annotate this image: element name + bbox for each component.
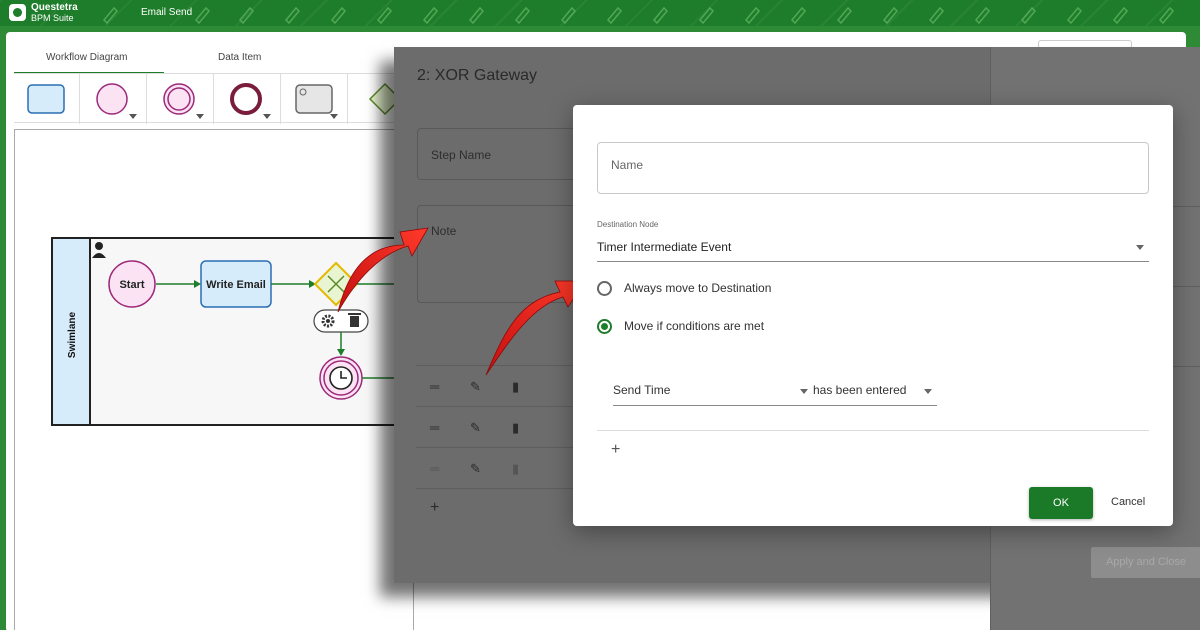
workflow-diagram: Swimlane Start Write Email bbox=[51, 237, 423, 426]
ok-button[interactable]: OK bbox=[1029, 487, 1093, 519]
radio-button-checked-icon[interactable] bbox=[597, 319, 612, 334]
chevron-down-icon[interactable] bbox=[129, 114, 137, 119]
palette-service-task[interactable] bbox=[282, 74, 348, 124]
option-always-move[interactable]: Always move to Destination bbox=[597, 279, 857, 299]
pencil-icon[interactable]: ✎ bbox=[470, 420, 481, 436]
option-always-move-label: Always move to Destination bbox=[624, 281, 772, 295]
add-condition-button[interactable]: + bbox=[611, 441, 620, 459]
condition-operator-select[interactable]: has been entered bbox=[813, 383, 906, 397]
name-input[interactable] bbox=[611, 158, 1131, 172]
pencil-icon[interactable]: ✎ bbox=[470, 379, 481, 395]
note-label: Note bbox=[431, 224, 457, 238]
trash-icon[interactable]: ▮ bbox=[512, 420, 519, 436]
service-task-icon bbox=[295, 84, 333, 114]
chevron-down-icon[interactable] bbox=[263, 114, 271, 119]
end-event-icon bbox=[230, 83, 262, 115]
app-title: Email Send bbox=[141, 7, 193, 18]
cancel-button[interactable]: Cancel bbox=[1111, 496, 1145, 508]
diagram-canvas[interactable]: Swimlane Start Write Email bbox=[14, 129, 423, 630]
brand-line-2: BPM Suite bbox=[31, 13, 74, 23]
palette-end-event[interactable] bbox=[215, 74, 281, 124]
pencil-icon[interactable]: ✎ bbox=[470, 461, 481, 477]
intermediate-event-icon bbox=[163, 83, 195, 115]
name-field[interactable] bbox=[597, 142, 1149, 194]
condition-row: Send Time has been entered bbox=[613, 376, 937, 406]
tab-data-item[interactable]: Data Item bbox=[218, 52, 261, 63]
divider bbox=[597, 430, 1149, 431]
trash-icon[interactable]: ▮ bbox=[512, 461, 519, 477]
destination-node-select[interactable]: Timer Intermediate Event bbox=[597, 236, 1149, 262]
option-move-if-conditions-label: Move if conditions are met bbox=[624, 319, 765, 333]
brand-name: Questetra BPM Suite bbox=[31, 2, 78, 24]
add-row-icon[interactable]: + bbox=[430, 499, 439, 517]
chevron-down-icon[interactable] bbox=[196, 114, 204, 119]
tab-workflow-diagram[interactable]: Workflow Diagram bbox=[46, 52, 128, 63]
node-palette bbox=[14, 73, 402, 124]
condition-dialog: Destination Node Timer Intermediate Even… bbox=[573, 105, 1173, 526]
condition-field-select[interactable]: Send Time bbox=[613, 383, 670, 397]
option-move-if-conditions[interactable]: Move if conditions are met bbox=[597, 317, 857, 337]
questetra-logo-icon[interactable] bbox=[9, 4, 26, 21]
destination-node-label: Destination Node bbox=[597, 220, 659, 229]
drag-handle-icon[interactable]: ═ bbox=[430, 420, 439, 435]
panel-title: 2: XOR Gateway bbox=[417, 67, 538, 84]
apply-and-close-button[interactable]: Apply and Close bbox=[1091, 547, 1200, 578]
step-name-label: Step Name bbox=[431, 148, 492, 162]
palette-start-event[interactable] bbox=[81, 74, 147, 124]
start-event-icon bbox=[96, 83, 128, 115]
brand-line-1: Questetra bbox=[31, 2, 78, 13]
palette-intermediate-event[interactable] bbox=[148, 74, 214, 124]
drag-handle-icon[interactable]: ═ bbox=[430, 379, 439, 394]
chevron-down-icon bbox=[1136, 245, 1144, 250]
radio-button-icon[interactable] bbox=[597, 281, 612, 296]
human-task-icon bbox=[27, 84, 65, 114]
task-label: Write Email bbox=[206, 279, 266, 291]
palette-human-task[interactable] bbox=[14, 74, 80, 124]
chevron-down-icon[interactable] bbox=[800, 389, 808, 394]
app-header: Questetra BPM Suite Email Send bbox=[0, 0, 1200, 26]
editor-tabbar: Workflow Diagram Data Item bbox=[14, 46, 394, 74]
trash-icon[interactable]: ▮ bbox=[512, 379, 519, 395]
clock-icon bbox=[329, 366, 353, 390]
chevron-down-icon[interactable] bbox=[924, 389, 932, 394]
drag-handle-icon[interactable]: ═ bbox=[430, 461, 439, 476]
start-event-label: Start bbox=[119, 279, 144, 291]
chevron-down-icon[interactable] bbox=[330, 114, 338, 119]
swimlane-label: Swimlane bbox=[67, 312, 78, 359]
destination-node-value: Timer Intermediate Event bbox=[597, 240, 732, 254]
